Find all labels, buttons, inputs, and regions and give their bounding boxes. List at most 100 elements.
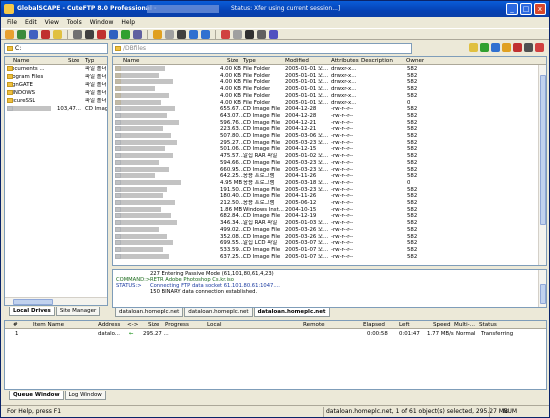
toolbar-button-icon[interactable] bbox=[201, 29, 210, 39]
remote-file-row[interactable]: 637.25... CD Image File 2005-01-07 오... -rw… bbox=[113, 253, 537, 262]
remote-toolbar-button-icon[interactable] bbox=[469, 43, 478, 52]
tab-site-manager[interactable]: Site Manager bbox=[55, 307, 101, 316]
local-file-name: WINDOWS bbox=[7, 90, 36, 96]
remote-toolbar-button-icon[interactable] bbox=[491, 43, 500, 52]
toolbar-button-icon[interactable] bbox=[269, 29, 278, 39]
remote-toolbar-button-icon[interactable] bbox=[513, 43, 522, 52]
maximize-button[interactable]: □ bbox=[520, 3, 532, 15]
toolbar-button-icon[interactable] bbox=[153, 29, 162, 39]
toolbar-button-icon[interactable] bbox=[221, 29, 230, 39]
toolbar-button-icon[interactable] bbox=[97, 29, 106, 39]
log-vscroll-thumb[interactable] bbox=[540, 284, 546, 304]
toolbar-button-icon[interactable] bbox=[85, 29, 94, 39]
local-hscroll-thumb[interactable] bbox=[13, 299, 53, 305]
toolbar-button-icon[interactable] bbox=[257, 29, 266, 39]
toolbar-button-icon[interactable] bbox=[245, 29, 254, 39]
window-controls: _ □ x bbox=[506, 3, 546, 15]
queue-row[interactable]: 1 datalo... ← 295.27 ... 35% C: 0:00:58 … bbox=[5, 331, 546, 339]
local-file-row[interactable]: Documents ... 파일 폴더 bbox=[5, 66, 107, 74]
tab-log-window[interactable]: Log Window bbox=[64, 391, 106, 400]
minimize-button[interactable]: _ bbox=[506, 3, 518, 15]
toolbar-button-icon[interactable] bbox=[233, 29, 242, 39]
local-col-size[interactable]: Size bbox=[68, 58, 79, 64]
remote-path-input[interactable]: /DBfiles bbox=[112, 43, 412, 54]
menu-help[interactable]: Help bbox=[121, 19, 135, 26]
local-file-row[interactable]: SignGATE 파일 폴더 bbox=[5, 82, 107, 90]
local-file-row[interactable]: WINDOWS 파일 폴더 bbox=[5, 90, 107, 98]
local-file-row[interactable]: XecureSSL 파일 폴더 bbox=[5, 98, 107, 106]
toolbar-button-icon[interactable] bbox=[5, 29, 14, 39]
tab-session-3[interactable]: dataloan.homeplc.net bbox=[253, 308, 330, 317]
queue-col-direction[interactable]: <-> bbox=[127, 322, 138, 328]
remote-vertical-scrollbar[interactable] bbox=[538, 65, 546, 265]
local-horizontal-scrollbar[interactable] bbox=[5, 297, 107, 305]
remote-col-modified[interactable]: Modified bbox=[285, 58, 309, 64]
queue-col-multi[interactable]: Multi-... bbox=[454, 322, 475, 328]
close-button[interactable]: x bbox=[534, 3, 546, 15]
queue-col-progress[interactable]: Progress bbox=[165, 322, 189, 328]
queue-col-elapsed[interactable]: Elapsed bbox=[363, 322, 385, 328]
toolbar-button-icon[interactable] bbox=[133, 29, 142, 39]
tab-session-1[interactable]: dataloan.homeplc.net bbox=[115, 308, 184, 317]
queue-size: 295.27 ... bbox=[143, 331, 169, 337]
queue-col-size[interactable]: Size bbox=[148, 322, 159, 328]
log-pane: 227 Entering Passive Mode (61,101,80,61,… bbox=[112, 269, 547, 308]
local-file-size: 103,47... bbox=[57, 106, 82, 112]
local-col-type[interactable]: Typ bbox=[85, 58, 94, 64]
menu-window[interactable]: Window bbox=[90, 19, 114, 26]
status-bar: For Help, press F1 dataloan.homeplc.net,… bbox=[1, 405, 549, 417]
remote-col-description[interactable]: Description bbox=[361, 58, 393, 64]
local-file-type: CD Imag bbox=[85, 106, 108, 112]
menu-edit[interactable]: Edit bbox=[25, 19, 37, 26]
queue-col-item-name[interactable]: Item Name bbox=[33, 322, 64, 328]
tab-local-drives[interactable]: Local Drives bbox=[9, 307, 55, 316]
log-vertical-scrollbar[interactable] bbox=[538, 270, 546, 307]
remote-toolbar-button-icon[interactable] bbox=[502, 43, 511, 52]
local-file-type: 파일 폴더 bbox=[85, 74, 107, 80]
local-col-name[interactable]: Name bbox=[13, 58, 30, 64]
folder-icon bbox=[7, 82, 13, 87]
toolbar-button-icon[interactable] bbox=[109, 29, 118, 39]
download-arrow-icon: ← bbox=[129, 331, 134, 337]
remote-file-modified: 2005-01-07 오... bbox=[285, 253, 329, 260]
remote-col-size[interactable]: Size bbox=[227, 58, 238, 64]
toolbar-button-icon[interactable] bbox=[165, 29, 174, 39]
toolbar-button-icon[interactable] bbox=[41, 29, 50, 39]
queue-col-left[interactable]: Left bbox=[399, 322, 410, 328]
local-drive-select[interactable]: C: bbox=[4, 43, 108, 54]
queue-col-num[interactable]: # bbox=[13, 322, 18, 328]
local-file-type: 파일 폴더 bbox=[85, 82, 107, 88]
menu-file[interactable]: File bbox=[7, 19, 17, 26]
toolbar-button-icon[interactable] bbox=[53, 29, 62, 39]
toolbar-button-icon[interactable] bbox=[73, 29, 82, 39]
toolbar-button-icon[interactable] bbox=[189, 29, 198, 39]
tab-queue-window[interactable]: Queue Window bbox=[9, 391, 64, 400]
remote-toolbar-button-icon[interactable] bbox=[535, 43, 544, 52]
menu-view[interactable]: View bbox=[45, 19, 59, 26]
remote-file-pane: Name Size Type Modified Attributes Descr… bbox=[112, 56, 547, 266]
remote-toolbar-button-icon[interactable] bbox=[480, 43, 489, 52]
remote-col-type[interactable]: Type bbox=[243, 58, 256, 64]
toolbar-button-icon[interactable] bbox=[29, 29, 38, 39]
queue-col-local[interactable]: Local bbox=[207, 322, 222, 328]
local-file-row[interactable]: Program Files 파일 폴더 bbox=[5, 74, 107, 82]
remote-vscroll-thumb[interactable] bbox=[540, 75, 546, 225]
queue-status: Transferring bbox=[481, 331, 514, 337]
toolbar-button-icon[interactable] bbox=[177, 29, 186, 39]
remote-col-name[interactable]: Name bbox=[123, 58, 140, 64]
remote-col-attributes[interactable]: Attributes bbox=[331, 58, 359, 64]
toolbar-button-icon[interactable] bbox=[121, 29, 130, 39]
folder-icon bbox=[7, 74, 13, 79]
menu-tools[interactable]: Tools bbox=[67, 19, 82, 26]
local-file-row[interactable]: 103,47... CD Imag bbox=[5, 106, 107, 114]
queue-progress-label: 35% bbox=[186, 331, 198, 337]
queue-col-remote[interactable]: Remote bbox=[303, 322, 325, 328]
remote-col-owner[interactable]: Owner bbox=[406, 58, 424, 64]
queue-col-status[interactable]: Status bbox=[479, 322, 497, 328]
queue-col-address[interactable]: Address bbox=[98, 322, 120, 328]
queue-col-speed[interactable]: Speed bbox=[433, 322, 451, 328]
remote-toolbar-button-icon[interactable] bbox=[524, 43, 533, 52]
queue-column-header: # Item Name Address <-> Size Progress Lo… bbox=[5, 321, 546, 329]
toolbar-button-icon[interactable] bbox=[17, 29, 26, 39]
tab-session-2[interactable]: dataloan.homeplc.net bbox=[184, 308, 253, 317]
